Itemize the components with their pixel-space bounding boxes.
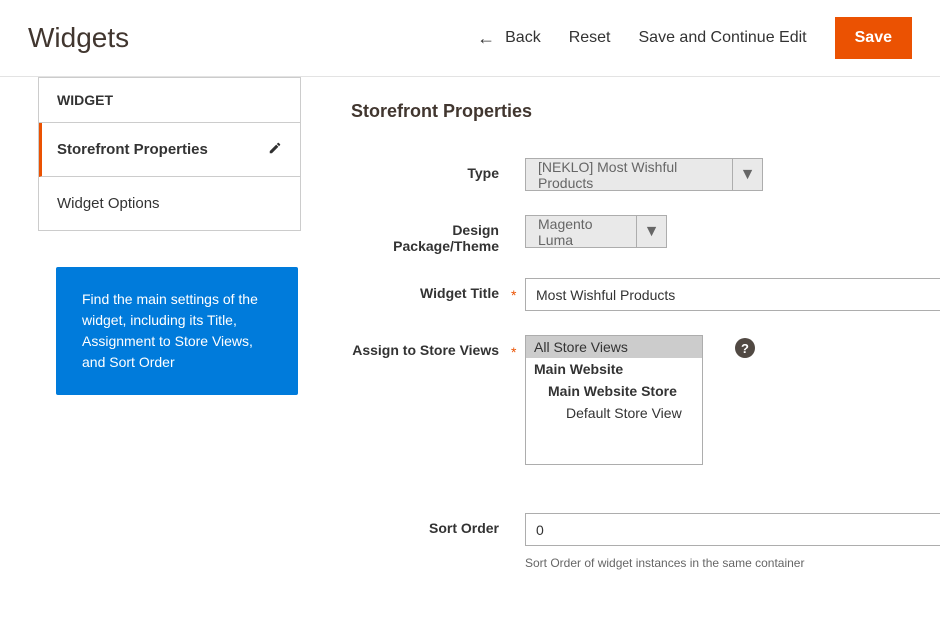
pencil-icon [268,141,282,158]
chevron-down-icon: ▼ [636,216,666,247]
widget-title-input[interactable] [525,278,940,311]
back-label: Back [505,29,541,47]
theme-select-value: Magento Luma [526,216,636,248]
theme-select: Magento Luma ▼ [525,215,667,248]
label-title: Widget Title [351,278,511,301]
tab-label: Storefront Properties [57,141,208,158]
save-button[interactable]: Save [835,17,912,59]
sort-order-input[interactable] [525,513,940,546]
tab-label: Widget Options [57,195,160,212]
req-spacer [511,513,525,522]
label-sort-order: Sort Order [351,513,511,536]
req-spacer [511,158,525,167]
section-title: Storefront Properties [351,101,940,122]
req-spacer [511,215,525,224]
back-arrow-icon: ← [477,28,495,49]
type-select: [NEKLO] Most Wishful Products ▼ [525,158,763,191]
row-type: Type [NEKLO] Most Wishful Products ▼ [351,158,940,191]
widget-section-label: WIDGET [39,78,300,123]
content-area: Storefront Properties Type [NEKLO] Most … [301,77,940,570]
sidebar-card: WIDGET Storefront Properties Widget Opti… [38,77,301,231]
reset-button[interactable]: Reset [569,29,611,47]
back-button[interactable]: ← Back [477,28,541,49]
store-views-multiselect[interactable]: All Store Views Main Website Main Websit… [525,335,703,465]
page-title: Widgets [28,22,477,54]
required-mark: * [511,278,525,303]
page-header: Widgets ← Back Reset Save and Continue E… [0,0,940,77]
help-icon[interactable]: ? [735,338,755,358]
label-type: Type [351,158,511,181]
row-store-views: Assign to Store Views * All Store Views … [351,335,940,465]
row-title: Widget Title * [351,278,940,311]
sort-order-helper: Sort Order of widget instances in the sa… [525,552,940,570]
tab-widget-options[interactable]: Widget Options [39,177,300,230]
main-layout: WIDGET Storefront Properties Widget Opti… [0,77,940,570]
value-type: [NEKLO] Most Wishful Products ▼ [525,158,940,191]
required-mark: * [511,335,525,360]
store-view-option[interactable]: Default Store View [526,402,702,424]
type-select-value: [NEKLO] Most Wishful Products [526,159,732,191]
label-theme: Design Package/Theme [351,215,511,254]
label-store-views: Assign to Store Views [351,335,511,358]
row-sort-order: Sort Order [351,513,940,546]
info-box: Find the main settings of the widget, in… [56,267,298,395]
value-sort-order [525,513,940,546]
row-theme: Design Package/Theme Magento Luma ▼ [351,215,940,254]
value-title [525,278,940,311]
value-store-views: All Store Views Main Website Main Websit… [525,335,940,465]
sidebar: WIDGET Storefront Properties Widget Opti… [0,77,301,570]
save-continue-button[interactable]: Save and Continue Edit [639,29,807,47]
header-actions: ← Back Reset Save and Continue Edit Save [477,17,912,59]
value-theme: Magento Luma ▼ [525,215,940,248]
chevron-down-icon: ▼ [732,159,762,190]
store-view-option[interactable]: Main Website Store [526,380,702,402]
tab-storefront-properties[interactable]: Storefront Properties [39,123,300,177]
store-view-option[interactable]: Main Website [526,358,702,380]
store-view-option[interactable]: All Store Views [526,336,702,358]
